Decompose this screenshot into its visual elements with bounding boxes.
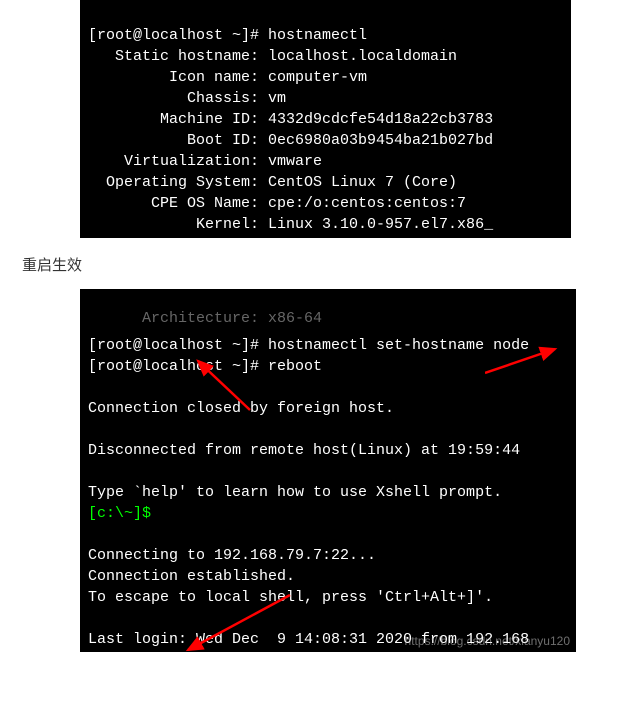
output-line: Connection closed by foreign host. [88, 400, 394, 417]
output-line: Architecture: x86-64 [88, 237, 322, 238]
prompt-line: [root@localhost ~]# reboot [88, 358, 322, 375]
output-line: Icon name: computer-vm [88, 69, 367, 86]
annotation-arrow-icon [485, 324, 565, 396]
output-line: To escape to local shell, press 'Ctrl+Al… [88, 589, 493, 606]
xshell-local-prompt: [c:\~]$ [88, 505, 151, 522]
output-line: Chassis: vm [88, 90, 286, 107]
terminal-output-reboot: Architecture: x86-64 [root@localhost ~]#… [80, 289, 576, 652]
output-line: Type `help' to learn how to use Xshell p… [88, 484, 502, 501]
output-line: Connecting to 192.168.79.7:22... [88, 547, 376, 564]
output-line: Disconnected from remote host(Linux) at … [88, 442, 529, 459]
output-line: Boot ID: 0ec6980a03b9454ba21b027bd [88, 132, 493, 149]
prompt-line: [root@localhost ~]# hostnamectl set-host… [88, 337, 529, 354]
watermark-text: https://blog.csdn.net/xianyu120 [405, 633, 570, 650]
output-line: Connection established. [88, 568, 295, 585]
terminal-output-hostnamectl: [root@localhost ~]# hostnamectl Static h… [80, 0, 571, 238]
caption-text: 重启生效 [22, 254, 622, 275]
output-line: Machine ID: 4332d9cdcfe54d18a22cb3783 [88, 111, 493, 128]
output-line: Operating System: CentOS Linux 7 (Core) [88, 174, 457, 191]
output-line-cut: Architecture: x86-64 [88, 310, 322, 327]
output-line: Virtualization: vmware [88, 153, 322, 170]
output-line: Kernel: Linux 3.10.0-957.el7.x86_ [88, 216, 493, 233]
output-line: Static hostname: localhost.localdomain [88, 48, 457, 65]
output-line: CPE OS Name: cpe:/o:centos:centos:7 [88, 195, 466, 212]
prompt-line: [root@localhost ~]# hostnamectl [88, 27, 367, 44]
